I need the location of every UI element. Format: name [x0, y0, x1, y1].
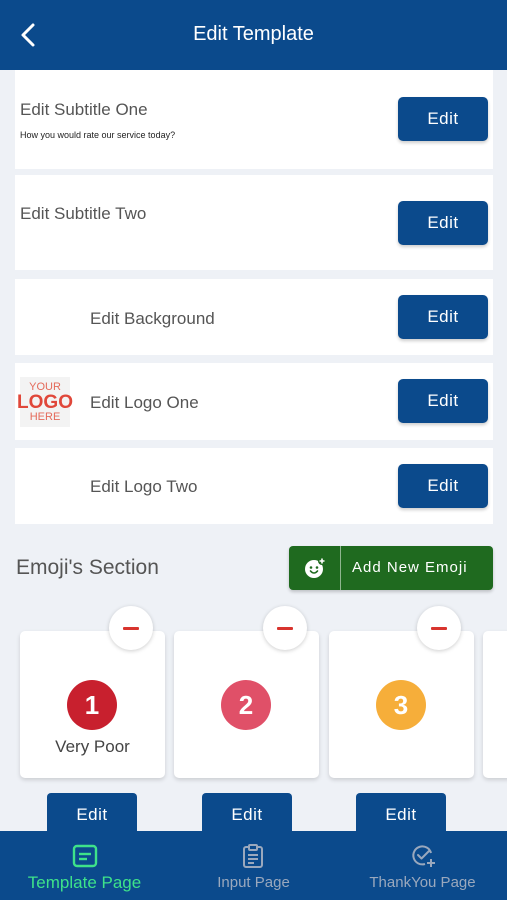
remove-emoji-3-button[interactable] [417, 606, 461, 650]
edit-logo-one-button[interactable]: Edit [398, 379, 488, 423]
emoji-rating-3: 3 [376, 680, 426, 730]
bottom-navigation: Template Page Input Page ThankYou Page [0, 831, 507, 900]
edit-logo-two-button[interactable]: Edit [398, 464, 488, 508]
app-header: Edit Template [0, 0, 507, 70]
row-subtitle-two: Edit Subtitle Two Edit [15, 175, 493, 270]
row-label: Edit Logo One [90, 393, 199, 412]
logo-one-image: YOUR LOGO HERE [17, 377, 73, 427]
remove-emoji-2-button[interactable] [263, 606, 307, 650]
add-new-emoji-label: Add New Emoji [352, 559, 468, 576]
emoji-card-4-partial[interactable] [483, 631, 507, 778]
row-subtitle-one: Edit Subtitle One How you would rate our… [15, 70, 493, 169]
clipboard-icon [243, 844, 263, 868]
nav-template-page[interactable]: Template Page [0, 831, 169, 900]
edit-subtitle-two-button[interactable]: Edit [398, 201, 488, 245]
edit-background-button[interactable]: Edit [398, 295, 488, 339]
nav-label: ThankYou Page [369, 874, 476, 891]
row-background: Edit Background Edit [15, 279, 493, 355]
emoji-add-icon [304, 557, 326, 578]
nav-label: Template Page [27, 873, 142, 892]
row-logo-one: YOUR LOGO HERE Edit Logo One Edit [15, 363, 493, 440]
emoji-rating-2: 2 [221, 680, 271, 730]
row-label: Edit Background [90, 309, 215, 328]
minus-icon [431, 626, 447, 630]
edit-subtitle-one-button[interactable]: Edit [398, 97, 488, 141]
emoji-card-2[interactable]: 2 [174, 631, 319, 778]
emoji-section-title: Emoji's Section [16, 556, 159, 579]
row-label: Edit Subtitle One [20, 100, 148, 119]
nav-input-page[interactable]: Input Page [169, 831, 338, 900]
row-label: Edit Logo Two [90, 477, 198, 496]
add-new-emoji-button[interactable]: Add New Emoji [289, 546, 493, 590]
check-badge-icon [412, 845, 435, 867]
minus-icon [123, 626, 139, 630]
nav-label: Input Page [217, 874, 290, 891]
emoji-card-3[interactable]: 3 [329, 631, 474, 778]
emoji-card-1[interactable]: 1 Very Poor [20, 631, 165, 778]
nav-thankyou-page[interactable]: ThankYou Page [338, 831, 507, 900]
remove-emoji-1-button[interactable] [109, 606, 153, 650]
subtitle-preview: How you would rate our service today? [20, 130, 176, 140]
row-logo-two: Edit Logo Two Edit [15, 448, 493, 524]
emoji-label: Very Poor [55, 737, 130, 756]
template-icon [72, 844, 98, 868]
emoji-rating-1: 1 [67, 680, 117, 730]
minus-icon [277, 626, 293, 630]
page-title: Edit Template [193, 23, 314, 45]
row-label: Edit Subtitle Two [20, 204, 147, 223]
